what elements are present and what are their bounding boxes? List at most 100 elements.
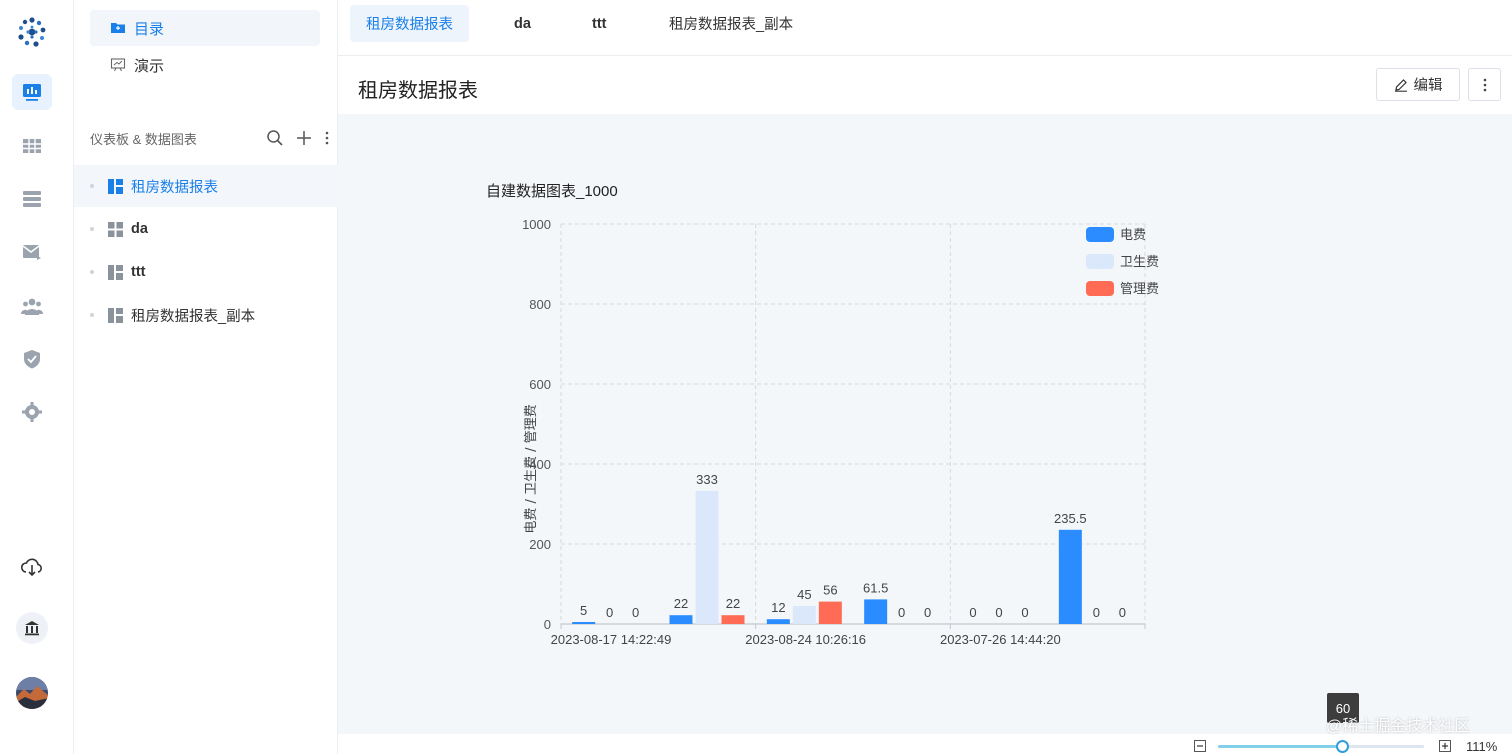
zoom-in-button[interactable] xyxy=(1439,740,1451,752)
data-label: 0 xyxy=(632,605,639,620)
tree-item-label: 租房数据报表 xyxy=(131,179,218,196)
y-tick-label: 800 xyxy=(529,297,551,312)
nav-item-presentation[interactable]: 演示 xyxy=(90,47,320,83)
minus-icon xyxy=(1197,745,1203,747)
bar xyxy=(864,599,888,624)
x-tick-label: 2023-08-24 10:26:16 xyxy=(745,632,866,647)
page-title: 租房数据报表 xyxy=(358,80,478,102)
tree-bullet xyxy=(90,270,94,274)
tree-bullet xyxy=(90,184,94,188)
bar xyxy=(572,622,596,624)
edit-button[interactable]: 编辑 xyxy=(1376,68,1460,101)
more-options-button[interactable] xyxy=(1468,68,1501,101)
zoom-slider[interactable] xyxy=(1218,745,1424,748)
nav-item-catalog[interactable]: 目录 xyxy=(90,10,320,46)
data-label: 235.5 xyxy=(1054,511,1087,526)
data-label: 0 xyxy=(924,605,931,620)
data-label: 12 xyxy=(771,600,785,615)
watermark: @稀土掘金技术社区 xyxy=(1326,718,1471,735)
rail-mail-icon[interactable] xyxy=(12,234,52,270)
rail-table-icon[interactable] xyxy=(12,128,52,164)
y-axis-label: 电费 / 卫生费 / 管理费 xyxy=(524,404,539,533)
zoom-slider-handle[interactable] xyxy=(1335,740,1349,753)
tree-item[interactable]: ttt xyxy=(74,251,338,293)
tree-bullet xyxy=(90,227,94,231)
rail-users-icon[interactable] xyxy=(12,288,52,324)
tree-item-label: 租房数据报表_副本 xyxy=(131,308,256,325)
tree-item-label: ttt xyxy=(131,264,146,280)
zoom-out-button[interactable] xyxy=(1194,740,1206,752)
tree-item[interactable]: 租房数据报表_副本 xyxy=(74,294,338,336)
tab-ttt[interactable]: ttt xyxy=(576,5,623,42)
zoom-slider-fill xyxy=(1218,745,1342,748)
bar xyxy=(721,615,745,624)
rail-bank-icon[interactable] xyxy=(12,610,52,646)
data-label: 0 xyxy=(969,605,976,620)
app-root: 目录 演示 仪表板 & 数据图表 租房数据报表 da ttt 租房数据报表_副本… xyxy=(0,0,1512,754)
bar xyxy=(669,615,693,624)
y-tick-label: 0 xyxy=(544,617,551,632)
dashboard-icon xyxy=(108,178,123,194)
more-vertical-icon xyxy=(1483,78,1486,91)
tree-item-label: da xyxy=(131,221,148,237)
user-avatar[interactable] xyxy=(12,675,52,711)
tab-bar: 租房数据报表 da ttt 租房数据报表_副本 xyxy=(338,0,1512,56)
legend-swatch xyxy=(1086,227,1114,242)
add-icon[interactable] xyxy=(296,130,312,146)
nav-item-label: 目录 xyxy=(134,20,165,38)
bar xyxy=(766,619,790,624)
legend-label: 管理费 xyxy=(1120,282,1159,297)
zoom-bar: 111% xyxy=(338,734,1512,754)
data-label: 22 xyxy=(674,596,688,611)
data-label: 0 xyxy=(1021,605,1028,620)
dashboard-icon xyxy=(108,264,123,280)
tab-da[interactable]: da xyxy=(498,5,547,42)
section-header: 仪表板 & 数据图表 xyxy=(90,128,330,148)
tab-dashboard[interactable]: 租房数据报表 xyxy=(350,5,469,42)
bar xyxy=(792,606,816,624)
data-label: 0 xyxy=(1093,605,1100,620)
section-title: 仪表板 & 数据图表 xyxy=(90,131,197,147)
x-tick-label: 2023-08-17 14:22:49 xyxy=(551,632,672,647)
data-label: 0 xyxy=(898,605,905,620)
pencil-icon xyxy=(1394,78,1407,92)
legend-label: 卫生费 xyxy=(1120,255,1159,270)
data-label: 61.5 xyxy=(863,580,888,595)
y-tick-label: 200 xyxy=(529,537,551,552)
tree-item[interactable]: da xyxy=(74,208,338,250)
tab-dashboard-copy[interactable]: 租房数据报表_副本 xyxy=(653,5,809,42)
presentation-icon xyxy=(110,58,126,72)
dashboard-canvas: 自建数据图表_1000 0 200 400 600 800 1000 2023-08-17 … xyxy=(338,114,1512,734)
rail-dashboard-icon[interactable] xyxy=(12,74,52,110)
rail-list-icon[interactable] xyxy=(12,181,52,217)
tree-bullet xyxy=(90,313,94,317)
bar xyxy=(1058,529,1082,624)
app-logo-icon[interactable] xyxy=(12,14,52,50)
folder-icon xyxy=(111,23,125,33)
data-label: 56 xyxy=(823,583,837,598)
legend-swatch xyxy=(1086,254,1114,269)
data-label: 5 xyxy=(580,603,587,618)
search-icon[interactable] xyxy=(266,129,284,147)
rail-shield-icon[interactable] xyxy=(12,341,52,377)
rail-settings-icon[interactable] xyxy=(12,394,52,430)
dashboard-icon xyxy=(108,307,123,323)
navigation-panel: 目录 演示 仪表板 & 数据图表 租房数据报表 da ttt 租房数据报表_副本 xyxy=(74,0,338,754)
legend-swatch xyxy=(1086,281,1114,296)
zoom-level: 111% xyxy=(1466,739,1498,754)
data-label: 333 xyxy=(696,472,718,487)
more-vertical-icon[interactable] xyxy=(324,130,330,146)
data-label: 0 xyxy=(606,605,613,620)
bar xyxy=(818,601,842,624)
data-label: 0 xyxy=(1119,605,1126,620)
bar-chart: 020040060080010002023-08-17 14:22:49 2023… xyxy=(522,217,1159,647)
data-label: 45 xyxy=(797,587,811,602)
rail-cloud-download-icon[interactable] xyxy=(12,549,52,585)
icon-rail xyxy=(0,0,74,754)
plus-icon xyxy=(1442,743,1448,749)
y-tick-label: 600 xyxy=(529,377,551,392)
tree-item[interactable]: 租房数据报表 xyxy=(74,165,338,207)
grid-icon xyxy=(108,221,123,237)
data-label: 22 xyxy=(726,596,740,611)
y-tick-label: 1000 xyxy=(522,217,551,232)
